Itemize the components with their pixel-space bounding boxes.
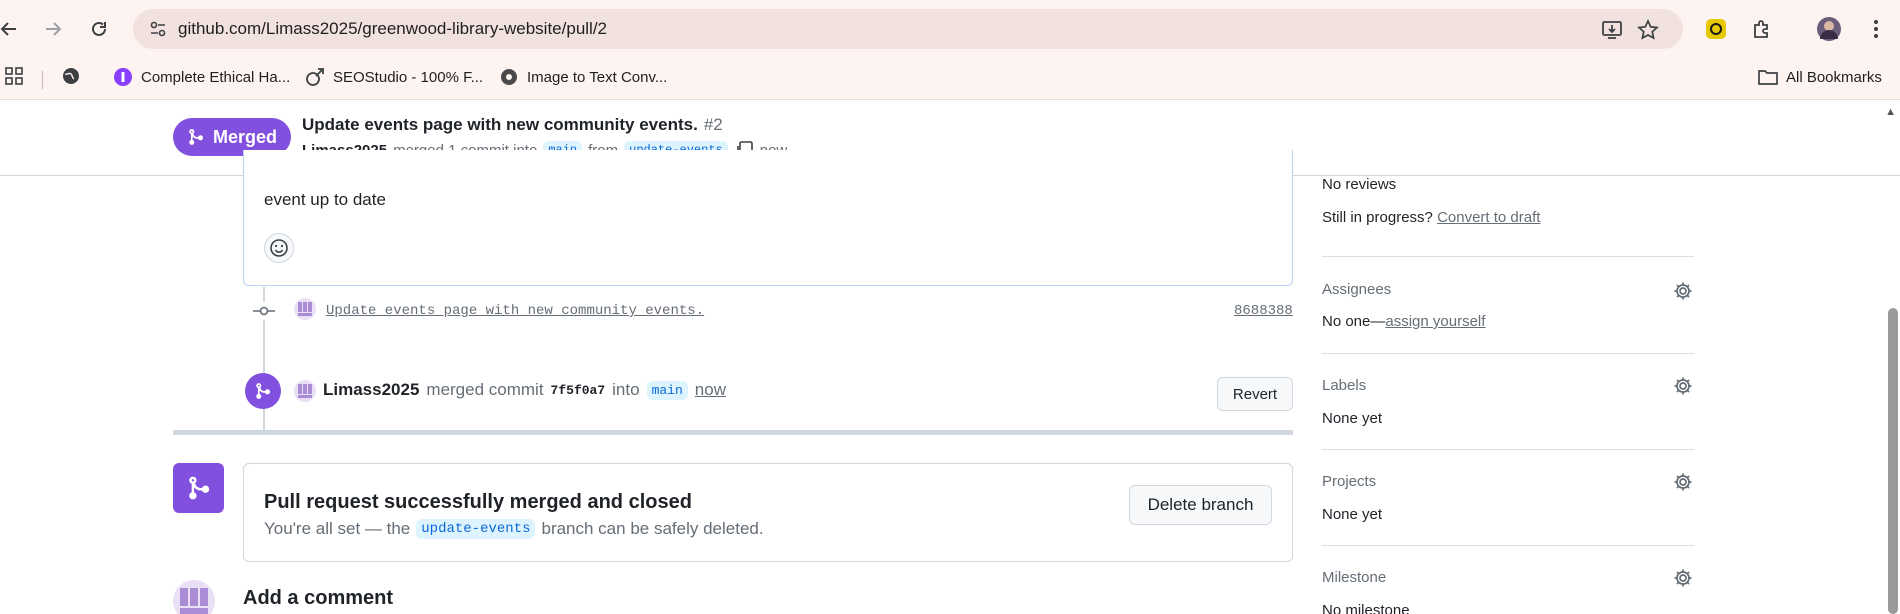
folder-icon bbox=[1758, 67, 1778, 87]
bookmark-item[interactable]: Image to Text Conv... bbox=[499, 67, 667, 87]
commit-sha-link[interactable]: 8688388 bbox=[1234, 303, 1293, 319]
bookmark-label: Image to Text Conv... bbox=[527, 68, 668, 86]
commit-icon bbox=[252, 302, 276, 320]
bookmark-item[interactable]: SEOStudio - 100% F... bbox=[305, 67, 483, 87]
pr-number: #2 bbox=[703, 115, 723, 134]
all-bookmarks-label: All Bookmarks bbox=[1786, 68, 1882, 86]
merged-sub-suffix: branch can be safely deleted. bbox=[541, 519, 764, 538]
bookmark-separator bbox=[42, 71, 43, 89]
sidebar-divider bbox=[1322, 256, 1694, 257]
globe-bookmark-icon[interactable] bbox=[62, 67, 80, 85]
add-reaction-button[interactable] bbox=[264, 233, 294, 263]
scroll-up-arrow[interactable]: ▲ bbox=[1885, 106, 1896, 118]
merge-time[interactable]: now bbox=[695, 380, 726, 400]
merge-target-branch[interactable]: main bbox=[646, 380, 688, 400]
merged-status-subtitle: You're all set — the update-events branc… bbox=[264, 519, 764, 539]
address-bar[interactable]: github.com/Limass2025/greenwood-library-… bbox=[133, 9, 1683, 49]
merge-user[interactable]: Limass2025 bbox=[323, 380, 419, 400]
install-app-icon[interactable] bbox=[1601, 19, 1623, 41]
merge-commit-sha[interactable]: 7f5f0a7 bbox=[551, 383, 606, 398]
url-text[interactable]: github.com/Limass2025/greenwood-library-… bbox=[178, 19, 607, 39]
merged-status-box: Pull request successfully merged and clo… bbox=[243, 463, 1293, 562]
projects-value: None yet bbox=[1322, 506, 1383, 523]
apps-grid-icon[interactable] bbox=[5, 67, 23, 85]
pr-description-comment: event up to date bbox=[243, 150, 1293, 286]
commit-message-link[interactable]: Update events page with new community ev… bbox=[326, 303, 704, 319]
labels-value: None yet bbox=[1322, 410, 1383, 427]
merge-action: merged commit bbox=[426, 380, 544, 399]
bookmark-item[interactable]: Complete Ethical Ha... bbox=[113, 67, 290, 87]
pr-title-text: Update events page with new community ev… bbox=[302, 115, 698, 134]
milestone-value: No milestone bbox=[1322, 602, 1410, 614]
merged-state-label: Merged bbox=[212, 126, 277, 147]
add-comment-heading: Add a comment bbox=[243, 587, 394, 609]
assignees-heading[interactable]: Assignees bbox=[1322, 281, 1391, 298]
milestone-heading[interactable]: Milestone bbox=[1322, 569, 1386, 586]
projects-heading[interactable]: Projects bbox=[1322, 473, 1376, 490]
merged-status-title: Pull request successfully merged and clo… bbox=[264, 491, 692, 513]
commit-author-avatar[interactable] bbox=[294, 298, 316, 320]
smiley-icon bbox=[270, 239, 288, 257]
site-info-icon[interactable] bbox=[149, 20, 167, 38]
assignees-gear-icon[interactable] bbox=[1672, 280, 1694, 302]
all-bookmarks[interactable]: All Bookmarks bbox=[1758, 67, 1882, 87]
merge-event-icon bbox=[245, 373, 281, 409]
reviews-value: No reviews bbox=[1322, 176, 1397, 193]
milestone-gear-icon[interactable] bbox=[1672, 567, 1694, 589]
current-user-avatar[interactable] bbox=[173, 580, 215, 614]
assignees-none: No one— bbox=[1322, 313, 1386, 330]
pr-sidebar: No reviews Still in progress? Convert to… bbox=[1322, 176, 1694, 614]
delete-branch-button[interactable]: Delete branch bbox=[1129, 485, 1272, 525]
merged-sub-prefix: You're all set — the bbox=[264, 519, 411, 538]
deletable-branch[interactable]: update-events bbox=[416, 519, 536, 539]
browser-toolbar: github.com/Limass2025/greenwood-library-… bbox=[0, 0, 1900, 58]
draft-prompt: Still in progress? Convert to draft bbox=[1322, 209, 1540, 226]
scrollbar-thumb[interactable] bbox=[1888, 308, 1898, 614]
back-icon[interactable] bbox=[0, 14, 24, 44]
bookmark-label: SEOStudio - 100% F... bbox=[333, 68, 484, 86]
projects-gear-icon[interactable] bbox=[1672, 471, 1694, 493]
extensions-puzzle-icon[interactable] bbox=[1748, 15, 1776, 43]
labels-gear-icon[interactable] bbox=[1672, 375, 1694, 397]
in-progress-text: Still in progress? bbox=[1322, 209, 1433, 226]
bookmarks-bar: Complete Ethical Ha... SEOStudio - 100% … bbox=[0, 58, 1900, 100]
bookmark-star-icon[interactable] bbox=[1637, 19, 1659, 41]
labels-heading[interactable]: Labels bbox=[1322, 377, 1366, 394]
merge-event: Limass2025 merged commit 7f5f0a7 into ma… bbox=[323, 380, 726, 400]
profile-avatar[interactable] bbox=[1815, 15, 1843, 43]
revert-button[interactable]: Revert bbox=[1217, 377, 1293, 411]
forward-icon[interactable] bbox=[38, 14, 68, 44]
assignees-value: No one—assign yourself bbox=[1322, 313, 1485, 330]
convert-to-draft-link[interactable]: Convert to draft bbox=[1437, 209, 1540, 226]
image-to-text-bookmark-icon bbox=[499, 67, 519, 87]
sidebar-divider bbox=[1322, 545, 1694, 546]
reload-icon[interactable] bbox=[84, 14, 114, 44]
pr-title: Update events page with new community ev… bbox=[302, 115, 723, 135]
extension-icon[interactable] bbox=[1702, 15, 1730, 43]
browser-menu-icon[interactable] bbox=[1862, 15, 1890, 43]
merger-avatar[interactable] bbox=[294, 380, 316, 402]
merged-status-icon bbox=[173, 463, 224, 513]
course-bookmark-icon bbox=[113, 67, 133, 87]
merge-into: into bbox=[612, 380, 640, 399]
sidebar-divider bbox=[1322, 353, 1694, 354]
assign-yourself-link[interactable]: assign yourself bbox=[1385, 313, 1485, 330]
merge-icon bbox=[189, 129, 204, 145]
comment-body: event up to date bbox=[264, 190, 386, 209]
bookmark-label: Complete Ethical Ha... bbox=[141, 68, 291, 86]
sidebar-divider bbox=[1322, 449, 1694, 450]
seo-bookmark-icon bbox=[305, 67, 325, 87]
timeline-end-divider bbox=[173, 430, 1293, 435]
